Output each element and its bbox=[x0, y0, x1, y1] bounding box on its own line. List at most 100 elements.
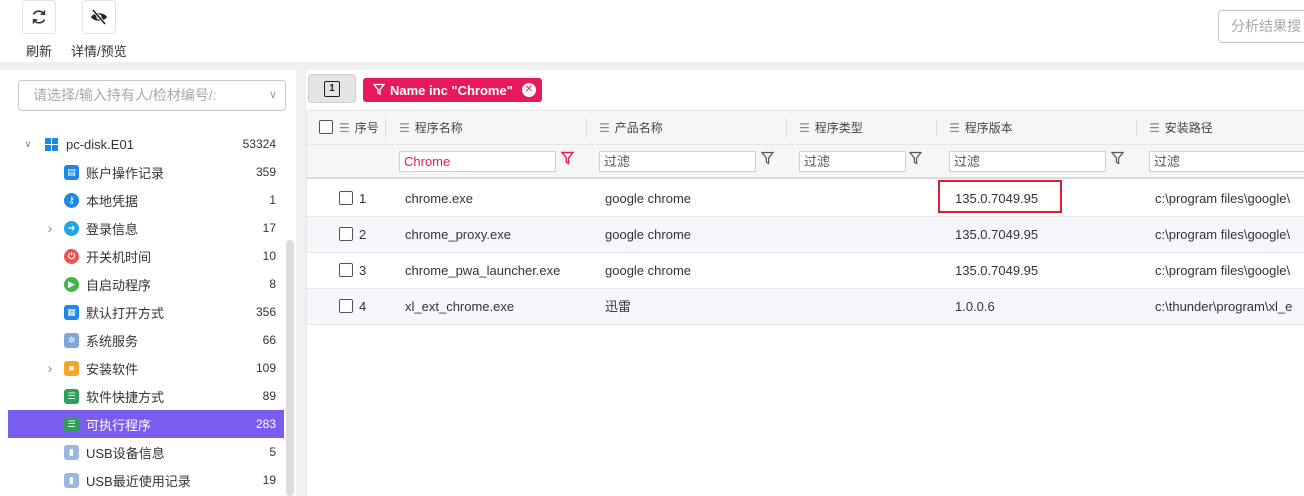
account-log-icon: ▤ bbox=[64, 164, 79, 180]
sidebar-item-label: 账户操作记录 bbox=[86, 165, 165, 181]
column-menu-icon[interactable]: ☰ bbox=[339, 121, 350, 135]
tree-scrollbar[interactable] bbox=[286, 240, 294, 496]
column-menu-icon[interactable]: ☰ bbox=[949, 121, 960, 135]
list-icon: ☰ bbox=[64, 416, 79, 432]
sidebar-item-count: 17 bbox=[262, 221, 276, 235]
row-checkbox[interactable] bbox=[339, 227, 353, 241]
row-checkbox[interactable] bbox=[339, 299, 353, 313]
active-filter-chip[interactable]: Name inc "Chrome" ✕ bbox=[363, 78, 542, 102]
column-menu-icon[interactable]: ☰ bbox=[1149, 121, 1160, 135]
detail-preview-button[interactable]: 详情/预览 bbox=[71, 0, 127, 60]
filter-icon[interactable] bbox=[760, 151, 775, 168]
toolbar: 刷新 详情/预览 分析结果搜 bbox=[0, 0, 1304, 62]
table-row[interactable]: 4 xl_ext_chrome.exe 迅雷 1.0.0.6 c:\thunder\pr… bbox=[307, 289, 1304, 325]
sidebar-item-count: 19 bbox=[262, 473, 276, 487]
evidence-search-select[interactable]: 请选择/输入持有人/检材编号/: ∨ bbox=[18, 80, 286, 111]
refresh-label: 刷新 bbox=[25, 44, 52, 59]
cell-version: 135.0.7049.95 bbox=[955, 263, 1039, 278]
login-icon: ➜ bbox=[64, 220, 79, 236]
sidebar-item[interactable]: ▤ 账户操作记录 359 bbox=[8, 158, 284, 186]
play-icon: ▶ bbox=[64, 276, 79, 292]
cell-version: 135.0.7049.95 bbox=[955, 227, 1039, 242]
sidebar-item-count: 283 bbox=[255, 417, 276, 431]
column-menu-icon[interactable]: ☰ bbox=[399, 121, 410, 135]
filter-icon[interactable] bbox=[560, 151, 575, 168]
filter-input-type[interactable]: 过滤 bbox=[799, 151, 906, 172]
sidebar-item[interactable]: ⏻ 开关机时间 10 bbox=[8, 242, 284, 270]
sidebar-item[interactable]: ☰ 软件快捷方式 89 bbox=[8, 382, 284, 410]
sidebar-item-label: 开关机时间 bbox=[86, 249, 152, 265]
filter-row: Chrome 过滤 过滤 过滤 过滤 bbox=[307, 145, 1304, 179]
expand-caret-icon[interactable]: › bbox=[44, 360, 56, 376]
filter-icon[interactable] bbox=[908, 151, 923, 168]
table-row[interactable]: 1 chrome.exe google chrome 135.0.7049.95 c:\… bbox=[307, 181, 1304, 217]
sidebar-item-count: 356 bbox=[255, 305, 276, 319]
table-header: ☰ 序号 ☰ 程序名称 ☰ 产品名称 ☰ 程序类型 ☰ 程序版本 ☰ 安装路径 bbox=[307, 111, 1304, 145]
cell-version: 1.0.0.6 bbox=[955, 299, 995, 314]
filter-input-path[interactable]: 过滤 bbox=[1149, 151, 1304, 172]
row-checkbox[interactable] bbox=[339, 191, 353, 205]
cell-no: 3 bbox=[339, 253, 385, 289]
sidebar-item-label: USB设备信息 bbox=[86, 445, 165, 461]
row-number: 4 bbox=[359, 299, 367, 314]
column-header-type[interactable]: ☰ 程序类型 bbox=[799, 111, 863, 145]
column-resizer[interactable] bbox=[786, 119, 787, 137]
sidebar-item[interactable]: ▶ 自启动程序 8 bbox=[8, 270, 284, 298]
column-header-product[interactable]: ☰ 产品名称 bbox=[599, 111, 663, 145]
chevron-down-icon[interactable]: ∨ bbox=[269, 81, 277, 110]
result-search-input[interactable]: 分析结果搜 bbox=[1218, 10, 1304, 43]
pin-column-button[interactable]: 1 bbox=[308, 74, 356, 103]
sidebar-item[interactable]: ✲ 系统服务 66 bbox=[8, 326, 284, 354]
column-header-version[interactable]: ☰ 程序版本 bbox=[949, 111, 1013, 145]
panel-divider[interactable] bbox=[296, 70, 306, 496]
column-header-path[interactable]: ☰ 安装路径 bbox=[1149, 111, 1213, 145]
sidebar-item[interactable]: ▮ USB最近使用记录 19 bbox=[8, 466, 284, 494]
filter-input-name[interactable]: Chrome bbox=[399, 151, 556, 172]
sidebar-item-count: 10 bbox=[262, 249, 276, 263]
refresh-button[interactable]: 刷新 bbox=[22, 0, 56, 60]
column-resizer[interactable] bbox=[385, 119, 386, 137]
cell-type bbox=[805, 253, 935, 289]
sidebar-item[interactable]: ⚷ 本地凭据 1 bbox=[8, 186, 284, 214]
sidebar-item[interactable]: ▮ USB设备信息 5 bbox=[8, 438, 284, 466]
column-header-name[interactable]: ☰ 程序名称 bbox=[399, 111, 463, 145]
filter-input-version[interactable]: 过滤 bbox=[949, 151, 1106, 172]
list-icon: ☰ bbox=[64, 388, 79, 404]
filter-input-product[interactable]: 过滤 bbox=[599, 151, 756, 172]
sidebar-item[interactable]: ☰ 可执行程序 283 bbox=[8, 410, 284, 438]
highlight-box bbox=[938, 180, 1062, 213]
filter-icon[interactable] bbox=[1110, 151, 1125, 168]
row-checkbox[interactable] bbox=[339, 263, 353, 277]
cell-product: google chrome bbox=[605, 263, 691, 278]
cell-path: c:\program files\google\ bbox=[1155, 263, 1291, 278]
column-resizer[interactable] bbox=[936, 119, 937, 137]
cell-name: chrome_pwa_launcher.exe bbox=[405, 263, 561, 278]
cell-product: 迅雷 bbox=[605, 299, 632, 314]
sidebar-item-count: 109 bbox=[255, 361, 276, 375]
sidebar-item-label: 可执行程序 bbox=[86, 417, 152, 433]
collapse-caret-icon[interactable]: ∨ bbox=[22, 139, 34, 150]
sidebar-item[interactable]: › ■ 安装软件 109 bbox=[8, 354, 284, 382]
sidebar-item-label: 本地凭据 bbox=[86, 193, 139, 209]
tree-root-pc-disk[interactable]: ∨ pc-disk.E01 53324 bbox=[8, 130, 284, 158]
table-row[interactable]: 3 chrome_pwa_launcher.exe google chrome 135… bbox=[307, 253, 1304, 289]
sidebar-item[interactable]: › ➜ 登录信息 17 bbox=[8, 214, 284, 242]
select-all-checkbox[interactable] bbox=[319, 111, 337, 145]
cell-no: 4 bbox=[339, 289, 385, 325]
pin-column-icon: 1 bbox=[324, 80, 340, 97]
column-resizer[interactable] bbox=[586, 119, 587, 137]
column-menu-icon[interactable]: ☰ bbox=[599, 121, 610, 135]
column-resizer[interactable] bbox=[1136, 119, 1137, 137]
column-menu-icon[interactable]: ☰ bbox=[799, 121, 810, 135]
table-row[interactable]: 2 chrome_proxy.exe google chrome 135.0.7049… bbox=[307, 217, 1304, 253]
sidebar-item[interactable]: ▦ 默认打开方式 356 bbox=[8, 298, 284, 326]
active-filter-label: Name inc "Chrome" bbox=[390, 82, 513, 98]
cell-path: c:\program files\google\ bbox=[1155, 191, 1291, 206]
column-header-no[interactable]: ☰ 序号 bbox=[339, 111, 379, 145]
results-table: ☰ 序号 ☰ 程序名称 ☰ 产品名称 ☰ 程序类型 ☰ 程序版本 ☰ 安装路径 Chrome… bbox=[306, 110, 1304, 496]
row-number: 1 bbox=[359, 191, 367, 206]
eye-slash-icon bbox=[90, 9, 107, 25]
remove-filter-icon[interactable]: ✕ bbox=[521, 83, 536, 97]
expand-caret-icon[interactable]: › bbox=[44, 220, 56, 236]
key-icon: ⚷ bbox=[64, 192, 79, 208]
